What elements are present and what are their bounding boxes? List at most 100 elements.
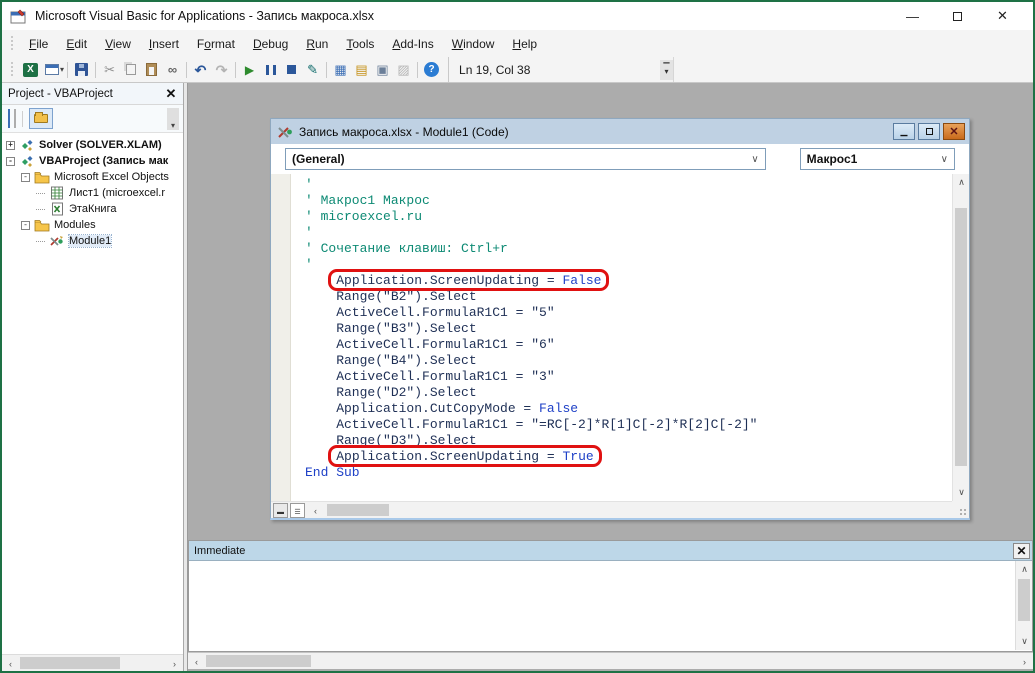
view-code-button[interactable] — [8, 110, 10, 128]
project-panel-close-icon[interactable]: ✕ — [163, 86, 179, 102]
scroll-left-icon[interactable]: ‹ — [188, 653, 205, 670]
full-module-view-button[interactable]: ☰ — [290, 503, 305, 518]
toolbox-button[interactable]: ▨ — [393, 60, 414, 80]
scroll-thumb[interactable] — [20, 657, 120, 669]
comment-text: ' — [305, 177, 313, 192]
design-mode-button[interactable]: ✎ — [302, 60, 323, 80]
code-text: Application.ScreenUpdating = — [336, 273, 562, 288]
reset-button[interactable] — [281, 60, 302, 80]
scroll-thumb[interactable] — [1018, 579, 1030, 621]
scroll-right-icon[interactable]: › — [1016, 653, 1033, 670]
tree-item-label: Solver (SOLVER.XLAM) — [39, 139, 162, 151]
insert-userform-button[interactable] — [41, 60, 62, 80]
scroll-thumb[interactable] — [206, 655, 311, 667]
code-text-area[interactable]: '' Макрос1 Макрос' microexcel.ru'' Сочет… — [291, 174, 952, 501]
object-dropdown[interactable]: (General) ∨ — [285, 148, 766, 170]
undo-button[interactable]: ↶ — [190, 60, 211, 80]
menu-accelerator: o — [204, 37, 211, 51]
project-panel-hscrollbar[interactable]: ‹ › — [2, 654, 183, 671]
minimize-icon[interactable]: — — [890, 4, 935, 28]
view-microsoft-excel-button[interactable]: X — [20, 60, 41, 80]
scroll-down-icon[interactable]: ∨ — [953, 484, 970, 501]
tree-item-microsoft[interactable]: -Microsoft Excel Objects — [2, 169, 183, 185]
menu-add-ins[interactable]: Add-Ins — [383, 33, 442, 55]
tree-item-solver[interactable]: + Solver (SOLVER.XLAM) — [2, 137, 183, 153]
tree-item-лист1[interactable]: Лист1 (microexcel.r — [2, 185, 183, 201]
tree-item-module1[interactable]: Module1 — [2, 233, 183, 249]
scroll-thumb[interactable] — [955, 208, 967, 466]
code-close-icon[interactable]: ✕ — [943, 123, 965, 140]
scroll-down-icon[interactable]: ∨ — [1016, 633, 1033, 650]
break-button[interactable] — [260, 60, 281, 80]
collapse-icon[interactable]: - — [21, 221, 30, 230]
menu-accelerator: W — [452, 37, 463, 51]
project-explorer-panel: Project - VBAProject ✕ ▾ + Solver (SOLVER… — [2, 83, 184, 671]
object-browser-button[interactable]: ▣ — [372, 60, 393, 80]
menu-debug[interactable]: Debug — [244, 33, 297, 55]
scroll-left-icon[interactable]: ‹ — [2, 655, 19, 672]
scroll-left-icon[interactable]: ‹ — [307, 502, 324, 519]
procedure-view-button[interactable]: ▬ — [273, 503, 288, 518]
help-button[interactable]: ? — [421, 60, 442, 80]
insert-userform-icon — [45, 64, 59, 75]
scroll-up-icon[interactable]: ∧ — [1016, 561, 1033, 578]
save-button[interactable] — [71, 60, 92, 80]
code-line: Range("B4").Select — [305, 353, 952, 369]
run-button[interactable]: ▶ — [239, 60, 260, 80]
menu-edit[interactable]: Edit — [57, 33, 96, 55]
code-margin-bar[interactable] — [271, 174, 291, 501]
toggle-folders-button[interactable] — [29, 108, 53, 129]
immediate-close-icon[interactable]: ✕ — [1013, 543, 1030, 559]
menu-insert[interactable]: Insert — [140, 33, 188, 55]
toolbar-band: X▾✂∞↶↷▶✎▦▤▣▨?Ln 19, Col 38▔▾ — [2, 57, 1033, 83]
menu-run[interactable]: Run — [297, 33, 337, 55]
code-minimize-icon[interactable]: ▁ — [893, 123, 915, 140]
cut-button[interactable]: ✂ — [99, 60, 120, 80]
immediate-input-area[interactable]: ∧ ∨ — [189, 561, 1032, 650]
toolbar-grip[interactable] — [10, 62, 15, 78]
menu-view[interactable]: View — [96, 33, 140, 55]
immediate-vscrollbar[interactable]: ∧ ∨ — [1015, 561, 1032, 650]
resize-grip[interactable] — [952, 501, 969, 518]
code-maximize-icon[interactable] — [918, 123, 940, 140]
scroll-right-icon[interactable]: › — [166, 655, 183, 672]
menu-file[interactable]: File — [20, 33, 57, 55]
project-panel-header: Project - VBAProject ✕ — [2, 83, 183, 105]
scroll-thumb[interactable] — [327, 504, 389, 516]
code-window-titlebar[interactable]: Запись макроса.xlsx - Module1 (Code) ▁ ✕ — [271, 119, 969, 144]
copy-button[interactable] — [120, 60, 141, 80]
scroll-up-icon[interactable]: ∧ — [953, 174, 970, 191]
expand-icon[interactable]: + — [6, 141, 15, 150]
code-vscrollbar[interactable]: ∧ ∨ — [952, 174, 969, 501]
view-object-button[interactable] — [14, 110, 16, 128]
code-text: Application.CutCopyMode = — [305, 401, 539, 416]
collapse-icon[interactable]: - — [21, 173, 30, 182]
procedure-dropdown[interactable]: Макрос1 ∨ — [800, 148, 955, 170]
redo-icon: ↷ — [216, 63, 228, 77]
maximize-icon[interactable] — [935, 4, 980, 28]
find-button[interactable]: ∞ — [162, 60, 183, 80]
tree-connector — [36, 193, 45, 194]
menu-help[interactable]: Help — [503, 33, 546, 55]
tree-item-label: Module1 — [69, 235, 111, 247]
paste-button[interactable] — [141, 60, 162, 80]
code-hscrollbar[interactable]: ‹ — [305, 502, 952, 518]
tree-item-vbaproject[interactable]: -VBAProject (Запись мак — [2, 153, 183, 169]
menu-grip[interactable] — [10, 36, 15, 52]
menu-window[interactable]: Window — [443, 33, 504, 55]
properties-window-button[interactable]: ▤ — [351, 60, 372, 80]
tree-item-modules[interactable]: -Modules — [2, 217, 183, 233]
menu-accelerator: H — [512, 37, 521, 51]
close-icon[interactable]: ✕ — [980, 4, 1025, 28]
project-explorer-button[interactable]: ▦ — [330, 60, 351, 80]
immediate-titlebar[interactable]: Immediate ✕ — [189, 541, 1032, 561]
panel-scroll-dropdown[interactable]: ▾ — [167, 108, 179, 130]
immediate-hscrollbar[interactable]: ‹ › — [188, 652, 1033, 669]
collapse-icon[interactable]: - — [6, 157, 15, 166]
tree-item-этакнига[interactable]: ЭтаКнига — [2, 201, 183, 217]
menu-tools[interactable]: Tools — [337, 33, 383, 55]
toolbar-overflow-icon[interactable]: ▔▾ — [660, 60, 673, 80]
menu-format[interactable]: Format — [188, 33, 244, 55]
redo-button[interactable]: ↷ — [211, 60, 232, 80]
tree-item-label: Лист1 (microexcel.r — [69, 187, 165, 199]
